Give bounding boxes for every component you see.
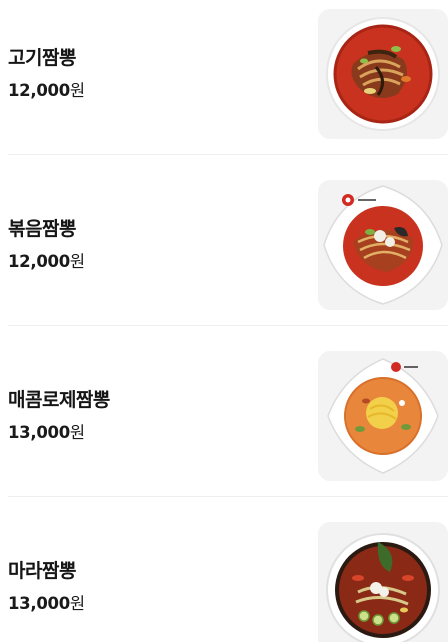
price-currency: 원 [69, 252, 85, 271]
maekom-rose-jjamppong-dish-image[interactable] [318, 351, 448, 481]
menu-item-price: 13,000원 [8, 419, 85, 443]
menu-item-price: 12,000원 [8, 248, 85, 272]
menu-item-bokkeum-jjamppong[interactable]: 볶음짬뽕 12,000원 [8, 176, 448, 326]
price-currency: 원 [69, 81, 85, 100]
menu-item-mala-jjamppong[interactable]: 마라짬뽕 13,000원 [8, 518, 448, 642]
menu-item-name: 마라짬뽕 [8, 560, 76, 582]
price-currency: 원 [69, 423, 85, 442]
price-value: 12,000 [8, 81, 70, 100]
menu-item-name: 고기짬뽕 [8, 47, 76, 69]
gogi-jjamppong-dish-image[interactable] [318, 9, 448, 139]
price-value: 12,000 [8, 252, 70, 271]
menu-item-gogi-jjamppong[interactable]: 고기짬뽕 12,000원 [8, 5, 448, 155]
menu-item-name: 매콤로제짬뽕 [8, 389, 110, 411]
price-currency: 원 [69, 594, 85, 613]
menu-item-price: 13,000원 [8, 590, 85, 614]
price-value: 13,000 [8, 423, 70, 442]
bokkeum-jjamppong-dish-image[interactable] [318, 180, 448, 310]
mala-jjamppong-dish-image[interactable] [318, 522, 448, 642]
menu-list: 고기짬뽕 12,000원 볶음짬뽕 12,000원 매콤로제짬뽕 13,000원… [0, 0, 448, 642]
menu-item-maekom-rose-jjamppong[interactable]: 매콤로제짬뽕 13,000원 [8, 347, 448, 497]
menu-item-price: 12,000원 [8, 77, 85, 101]
menu-item-name: 볶음짬뽕 [8, 218, 76, 240]
price-value: 13,000 [8, 594, 70, 613]
